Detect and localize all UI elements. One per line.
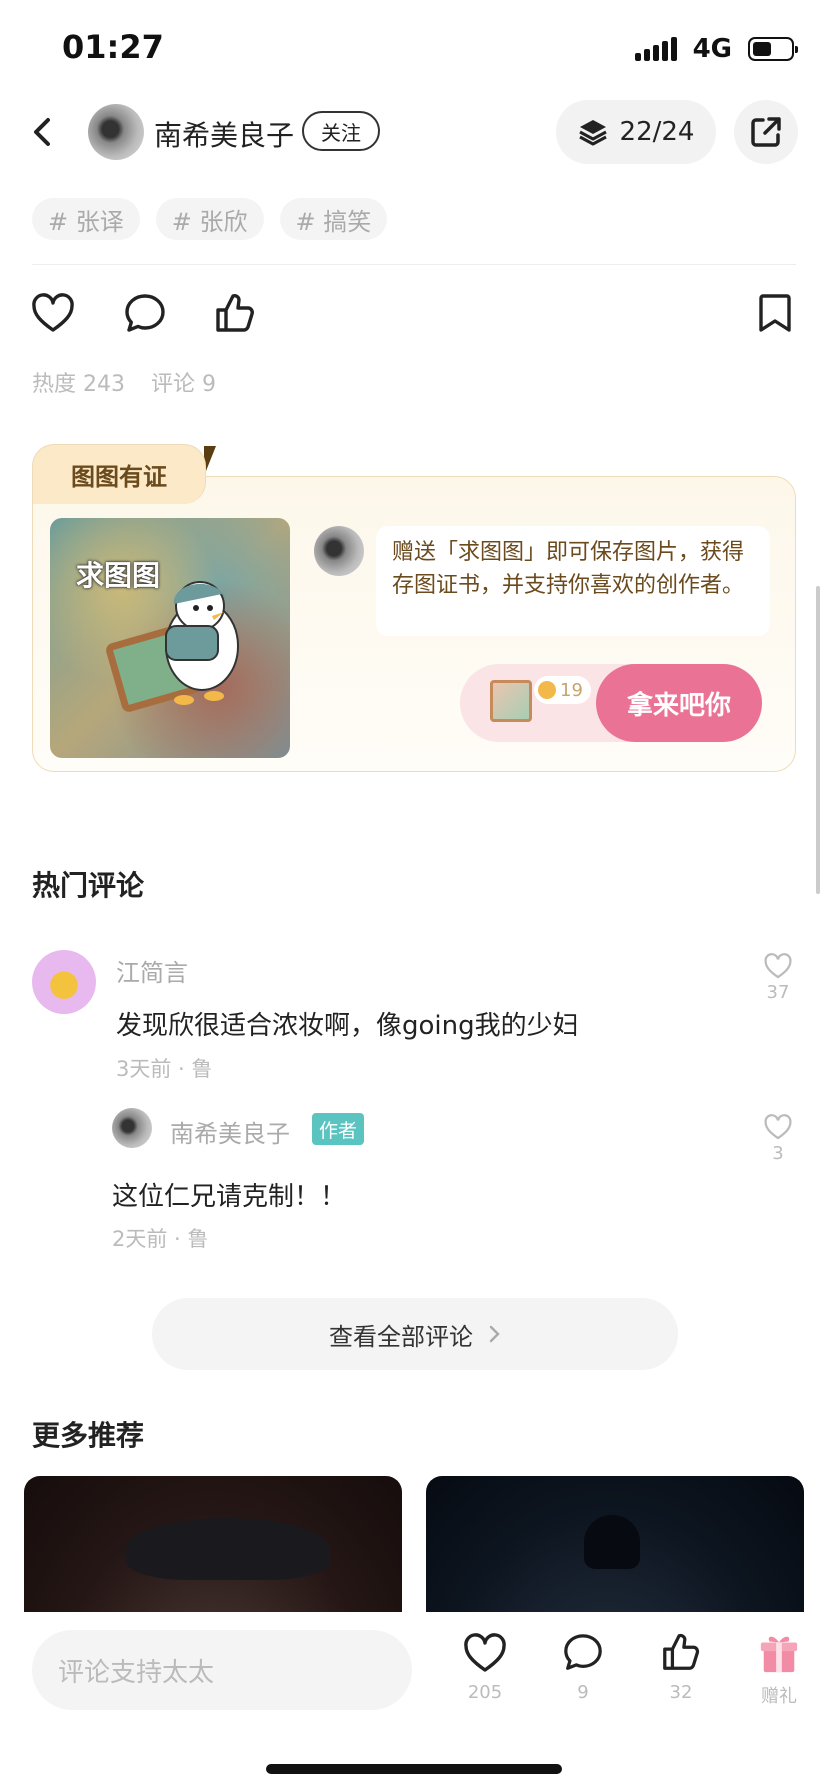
heart-icon[interactable] (30, 290, 76, 336)
comment-icon[interactable] (122, 290, 168, 336)
home-indicator (266, 1764, 562, 1774)
comment-stat: 评论 9 (151, 372, 216, 397)
layers-icon (578, 120, 607, 146)
share-button[interactable] (734, 100, 798, 164)
comment-text[interactable]: 发现欣很适合浓妆啊，像going我的少妇 (116, 1005, 579, 1042)
commenter-avatar[interactable] (32, 950, 96, 1014)
comment-button[interactable]: 9 (548, 1632, 618, 1703)
battery-icon (748, 37, 798, 61)
comment-count: 9 (577, 1682, 589, 1703)
reply-author-name[interactable]: 南希美良子 (170, 1114, 290, 1149)
author-name[interactable]: 南希美良子 (154, 114, 294, 154)
tag-list: # 张译 # 张欣 # 搞笑 (32, 198, 388, 240)
comment-meta: 3天前 · 鲁 (116, 1057, 213, 1081)
back-icon[interactable] (28, 112, 58, 152)
status-time: 01:27 (62, 28, 164, 66)
page-counter-text: 22/24 (619, 117, 695, 147)
tag-chip[interactable]: # 张欣 (155, 198, 264, 240)
heart-icon (764, 1114, 792, 1140)
share-icon (751, 117, 781, 147)
divider (32, 264, 796, 265)
recommend-card-hat (126, 1518, 330, 1580)
scrollbar[interactable] (816, 586, 820, 894)
thumbs-up-icon[interactable] (212, 290, 258, 336)
tag-chip[interactable]: # 搞笑 (279, 198, 388, 240)
gift-count: 19 (560, 679, 583, 701)
post-stats: 热度 243 评论 9 (32, 366, 216, 398)
author-avatar-small (314, 526, 364, 576)
heart-icon (764, 953, 792, 979)
tag-chip[interactable]: # 张译 (32, 198, 140, 240)
comment-input[interactable]: 评论支持太太 (32, 1630, 412, 1710)
reply-like-count: 3 (772, 1143, 784, 1164)
see-all-comments-button[interactable]: 查看全部评论 (152, 1298, 678, 1370)
promo-message: 赠送「求图图」即可保存图片，获得存图证书，并支持你喜欢的创作者。 (376, 526, 770, 636)
signal-icon (634, 37, 677, 61)
status-indicators: 4G (634, 34, 798, 64)
coin-icon (538, 681, 556, 699)
see-all-label: 查看全部评论 (329, 1322, 473, 1351)
thumbs-up-count: 32 (669, 1682, 693, 1703)
grab-button[interactable]: 拿来吧你 (596, 664, 762, 742)
gift-icon (760, 1636, 798, 1673)
thumbs-up-button[interactable]: 32 (646, 1632, 716, 1703)
gift-count-badge: 19 (534, 676, 591, 704)
commenter-name[interactable]: 江简言 (116, 953, 188, 988)
picture-frame-icon (490, 680, 532, 722)
image-page-counter[interactable]: 22/24 (556, 100, 716, 164)
comment-like-count: 37 (766, 982, 790, 1003)
reply-like[interactable]: 3 (758, 1113, 798, 1164)
like-button[interactable]: 205 (450, 1632, 520, 1703)
author-reply-avatar[interactable] (112, 1108, 152, 1148)
network-type: 4G (692, 34, 732, 64)
like-count: 205 (467, 1682, 503, 1703)
bookmark-icon[interactable] (752, 290, 798, 336)
thumbs-up-icon (663, 1633, 700, 1670)
author-avatar[interactable] (88, 104, 144, 160)
comment-icon (564, 1634, 602, 1670)
heart-icon (464, 1633, 506, 1672)
gift-label: 赠礼 (761, 1686, 797, 1707)
promo-tab: 图图有证 (32, 444, 206, 504)
promo-image-title: 求图图 (76, 559, 161, 592)
author-badge: 作者 (312, 1113, 364, 1145)
reply-text[interactable]: 这位仁兄请克制！！ (112, 1176, 346, 1213)
heat-stat: 热度 243 (32, 372, 125, 397)
follow-button[interactable]: 关注 (302, 111, 380, 151)
reply-meta: 2天前 · 鲁 (112, 1227, 209, 1251)
recommend-card-hat (584, 1515, 640, 1569)
more-recommend-title: 更多推荐 (32, 1419, 145, 1452)
hot-comments-title: 热门评论 (32, 869, 145, 902)
chevron-right-icon (489, 1325, 500, 1343)
gift-button[interactable]: 赠礼 (744, 1632, 814, 1708)
comment-like[interactable]: 37 (758, 952, 798, 1003)
